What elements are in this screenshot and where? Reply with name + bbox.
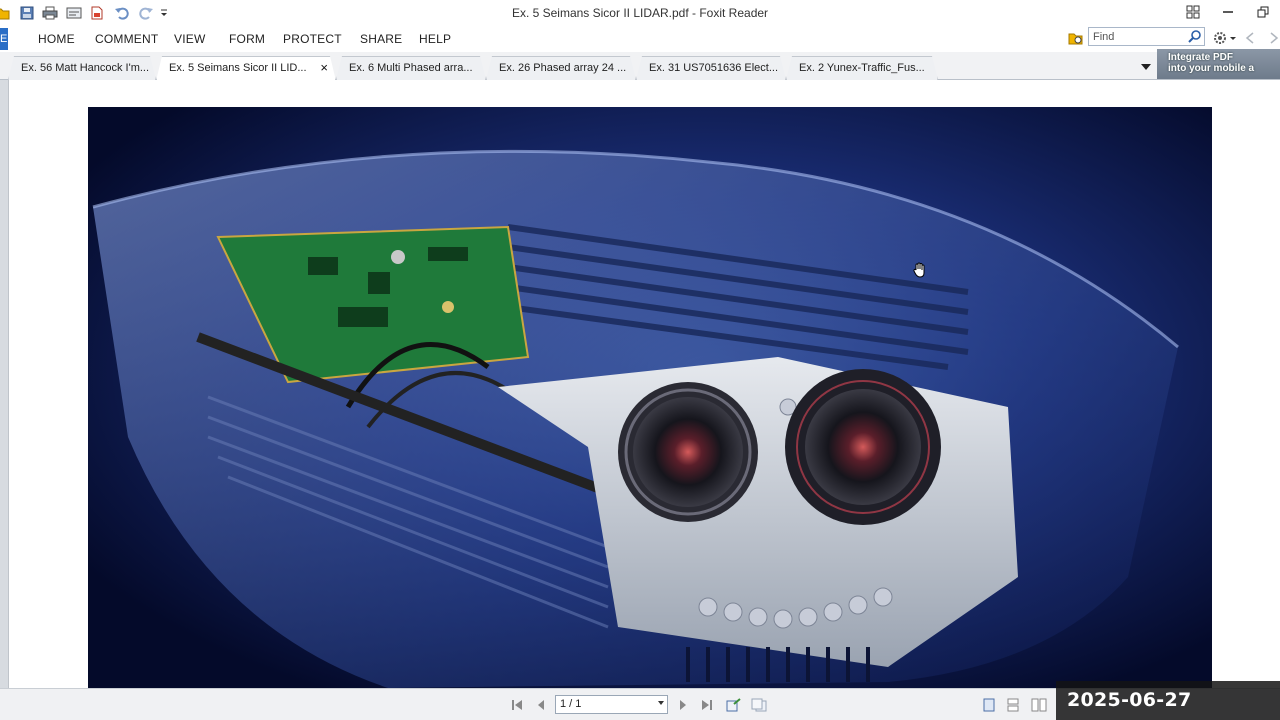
hand-cursor-icon — [912, 262, 928, 278]
menu-comment[interactable]: COMMENT — [95, 32, 158, 46]
tab-label: Ex. 2 Yunex-Traffic_Fus... — [799, 62, 925, 74]
tab-label: Ex. 5 Seimans Sicor II LID... — [169, 62, 307, 74]
tab-document-5[interactable]: Ex. 31 US7051636 Elect... — [636, 56, 786, 80]
tab-document-3[interactable]: Ex. 6 Multi Phased arra... — [336, 56, 486, 80]
minimize-button[interactable] — [1217, 3, 1239, 21]
lidar-sensor-cutaway-illustration — [88, 107, 1212, 688]
integrate-pdf-banner[interactable]: Integrate PDF into your mobile a — [1157, 49, 1280, 79]
find-field — [1088, 27, 1205, 46]
settings-gear-icon[interactable] — [1212, 29, 1236, 50]
tab-document-6[interactable]: Ex. 2 Yunex-Traffic_Fus... — [786, 56, 938, 80]
foxit-reader-window: Ex. 5 Seimans Sicor II LIDAR.pdf - Foxit… — [0, 0, 1280, 720]
previous-view-icon[interactable] — [726, 698, 742, 712]
tab-label: Ex. 26 Phased array 24 ... — [499, 62, 627, 74]
menu-help[interactable]: HELP — [419, 32, 451, 46]
tab-document-4[interactable]: Ex. 26 Phased array 24 ... — [486, 56, 636, 80]
tab-document-1[interactable]: Ex. 56 Matt Hancock I'm... — [8, 56, 156, 80]
pdf-page-image — [88, 107, 1212, 688]
next-view-icon[interactable] — [751, 698, 767, 712]
folder-search-icon[interactable] — [1068, 30, 1084, 49]
layout-icon[interactable] — [1182, 3, 1204, 21]
restore-button[interactable] — [1252, 3, 1274, 21]
continuous-view-icon[interactable] — [1006, 698, 1020, 712]
timestamp-overlay: 2025-06-27 09:29:07 — [1056, 681, 1280, 720]
page-dropdown-icon[interactable] — [658, 701, 664, 705]
single-page-view-icon[interactable] — [982, 698, 996, 712]
page-number-field[interactable]: 1 / 1 — [555, 695, 668, 714]
menu-share[interactable]: SHARE — [360, 32, 402, 46]
window-title: Ex. 5 Seimans Sicor II LIDAR.pdf - Foxit… — [511, 6, 769, 20]
menu-view[interactable]: VIEW — [174, 32, 205, 46]
search-next-icon[interactable] — [1268, 31, 1280, 48]
search-icon[interactable] — [1188, 29, 1202, 46]
title-bar: Ex. 5 Seimans Sicor II LIDAR.pdf - Foxit… — [0, 0, 1280, 26]
document-viewport[interactable] — [0, 80, 1280, 688]
previous-page-icon[interactable] — [534, 698, 548, 712]
tab-document-2-active[interactable]: Ex. 5 Seimans Sicor II LID... × — [156, 56, 336, 81]
document-tab-strip: Ex. 56 Matt Hancock I'm... Ex. 5 Seimans… — [0, 52, 1280, 80]
menu-form[interactable]: FORM — [229, 32, 265, 46]
tab-list-dropdown-icon[interactable] — [1140, 61, 1152, 75]
page-number-value: 1 / 1 — [560, 698, 582, 710]
find-input[interactable] — [1089, 28, 1185, 45]
tab-label: Ex. 31 US7051636 Elect... — [649, 62, 779, 74]
banner-line-2: into your mobile a — [1168, 63, 1255, 74]
tab-label: Ex. 56 Matt Hancock I'm... — [21, 62, 150, 74]
menu-home[interactable]: HOME — [38, 32, 75, 46]
last-page-icon[interactable] — [700, 698, 714, 712]
tab-label: Ex. 6 Multi Phased arra... — [349, 62, 473, 74]
tab-close-icon[interactable]: × — [320, 61, 328, 74]
banner-line-1: Integrate PDF — [1168, 52, 1234, 63]
search-prev-icon[interactable] — [1244, 31, 1256, 48]
menu-protect[interactable]: PROTECT — [283, 32, 342, 46]
first-page-icon[interactable] — [510, 698, 524, 712]
facing-view-icon[interactable] — [1031, 698, 1047, 712]
navigation-panel-edge[interactable] — [0, 80, 9, 688]
file-menu-tab[interactable]: E — [0, 28, 8, 50]
next-page-icon[interactable] — [676, 698, 690, 712]
